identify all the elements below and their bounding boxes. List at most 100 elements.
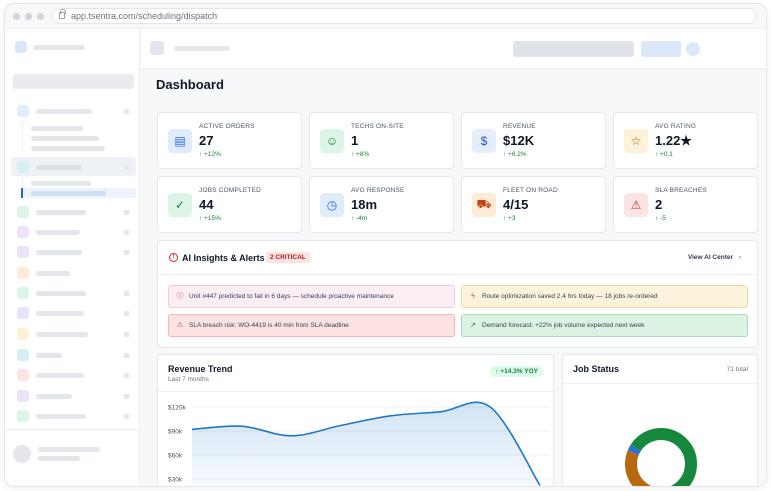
address-bar[interactable]: app.tsentra.com/scheduling/dispatch [52,8,756,24]
active-indicator [21,188,23,198]
action-button-placeholder[interactable] [641,41,681,57]
stat-delta: ↑ +6.2% [503,151,527,158]
stat-label: TECHS ON-SITE [351,123,404,130]
stat-card[interactable]: $ REVENUE $12K ↑ +6.2% [461,112,606,169]
stat-value: 4/15 [503,197,529,212]
nav-chevron-icon [124,230,129,235]
insight-alert[interactable]: ⓘ Unit #447 predicted to fail in 6 days —… [168,285,455,308]
nav-placeholder[interactable] [36,109,92,114]
nav-placeholder[interactable] [36,250,82,255]
insight-alert[interactable]: ϟ Route optimization saved 2.4 hrs today … [461,285,748,308]
stat-label: FLEET ON ROAD [503,187,558,194]
url-text: app.tsentra.com/scheduling/dispatch [71,11,218,21]
logo-icon [15,41,27,53]
revenue-area [192,402,540,486]
nav-icon [17,349,29,361]
job-status-panel: Job Status 71 total [562,354,758,486]
top-bar [141,29,766,69]
nav-chevron-icon [124,210,129,215]
nav-icon [17,105,29,117]
nav-chevron-icon [124,311,129,316]
nav-placeholder[interactable] [36,373,84,378]
insight-alert[interactable]: ⚠ SLA breach risk: WO-4419 is 40 min from… [168,314,455,337]
truck-icon: ⛟ [472,193,496,217]
revenue-trend-panel: Revenue Trend Last 7 months ↑ +14.3% YOY… [157,354,554,486]
lock-icon [59,9,66,19]
y-tick-label: $30k [168,477,183,484]
alert-text: SLA breach risk: WO-4419 is 40 min from … [189,322,349,329]
sidebar-search-placeholder[interactable] [13,74,134,89]
stat-card[interactable]: ⚠ SLA BREACHES 2 ↑ -5 [613,176,758,233]
subnav-placeholder[interactable] [31,136,99,141]
nav-placeholder[interactable] [36,311,84,316]
stat-card[interactable]: ⛟ FLEET ON ROAD 4/15 ↑ +3 [461,176,606,233]
browser-chrome: app.tsentra.com/scheduling/dispatch [5,4,766,29]
nav-chevron-icon [124,353,129,358]
menu-toggle-icon[interactable] [150,41,164,55]
view-ai-center-link[interactable]: View AI Center › [688,254,741,261]
profile-avatar[interactable] [686,42,700,56]
nav-icon [17,369,29,381]
stat-value: 18m [351,197,378,212]
nav-placeholder[interactable] [36,332,88,337]
user-check-icon: ☺ [320,129,344,153]
nav-icon [17,410,29,422]
y-tick-label: $60k [168,453,183,460]
nav-placeholder[interactable] [36,271,70,276]
nav-placeholder[interactable] [36,291,86,296]
stat-card[interactable]: ▤ ACTIVE ORDERS 27 ↑ +12% [157,112,302,169]
stat-delta: ↑ +0.1 [655,151,673,158]
breadcrumb-placeholder [174,46,230,51]
clock-icon: ◷ [320,193,344,217]
stat-card[interactable]: ☺ TECHS ON-SITE 1 ↑ +8% [309,112,454,169]
stat-label: AVG RATING [655,123,697,130]
subnav-placeholder[interactable] [31,181,91,186]
chevron-right-icon: › [738,254,741,261]
stat-card[interactable]: ☆ AVG RATING 1.22★ ↑ +0.1 [613,112,758,169]
nav-chevron-icon [124,109,129,114]
y-tick-label: $90k [168,429,183,436]
stat-delta: ↑ +15% [199,215,221,222]
app-window: app.tsentra.com/scheduling/dispatch Dash… [4,3,767,487]
nav-tree-line [22,122,23,152]
stat-value: 2 [655,197,663,212]
nav-icon [17,161,29,173]
stat-label: SLA BREACHES [655,187,707,194]
sidebar-divider [5,429,139,430]
stat-card[interactable]: ✓ JOBS COMPLETED 44 ↑ +15% [157,176,302,233]
nav-icon [17,307,29,319]
alert-triangle-icon: ⚠ [624,193,648,217]
clipboard-icon: ▤ [168,129,192,153]
bolt-icon: ϟ [471,293,475,300]
user-avatar[interactable] [13,445,31,463]
stat-delta: ↑ -4m [351,215,368,222]
stat-value: 1.22★ [655,133,692,148]
nav-chevron-icon [124,250,129,255]
subnav-placeholder[interactable] [31,146,105,151]
user-name-placeholder [38,447,100,452]
critical-badge: 2 CRITICAL [266,252,310,263]
search-placeholder[interactable] [513,41,634,57]
nav-placeholder[interactable] [36,230,80,235]
stat-card[interactable]: ◷ AVG RESPONSE 18m ↑ -4m [309,176,454,233]
nav-chevron-icon [124,332,129,337]
window-close-dot[interactable] [13,13,20,20]
nav-chevron-icon [124,414,129,419]
view-ai-center-label: View AI Center [687,254,734,261]
nav-icon [17,267,29,279]
sidebar [5,29,140,486]
subnav-placeholder[interactable] [31,126,83,131]
dollar-icon: $ [472,129,496,153]
stat-delta: ↑ -5 [655,215,666,222]
insight-alert[interactable]: ↗ Demand forecast: +22% job volume expect… [461,314,748,337]
window-maximize-dot[interactable] [37,13,44,20]
nav-placeholder[interactable] [36,353,62,358]
nav-placeholder[interactable] [36,414,86,419]
nav-placeholder[interactable] [36,394,72,399]
nav-placeholder[interactable] [36,210,86,215]
star-icon: ☆ [624,129,648,153]
alert-text: Demand forecast: +22% job volume expecte… [482,322,645,329]
stat-value: $12K [503,133,535,148]
ai-insights-panel: ! AI Insights & Alerts 2 CRITICAL View A… [157,240,758,348]
window-minimize-dot[interactable] [25,13,32,20]
